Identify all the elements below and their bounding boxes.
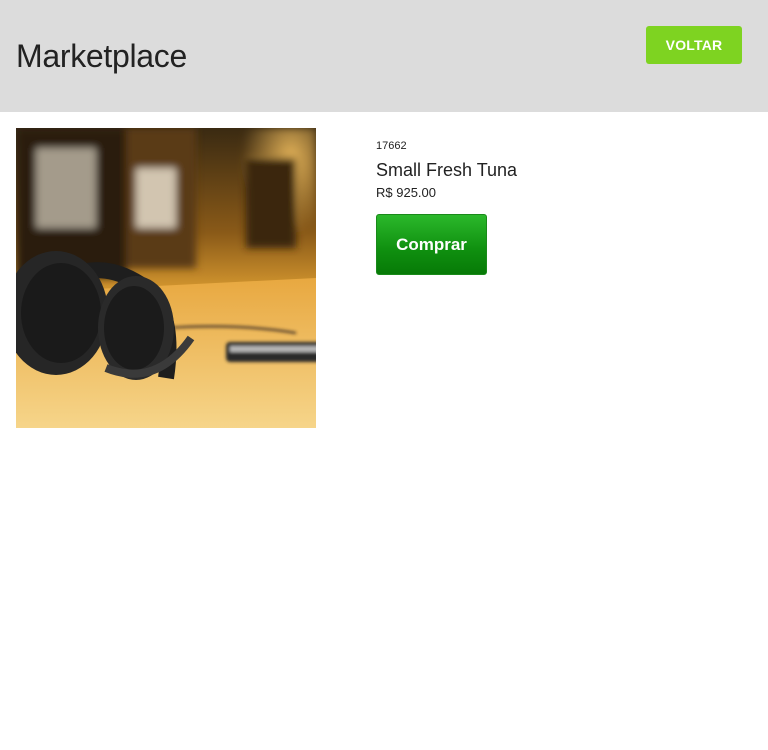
header-bar: Marketplace VOLTAR bbox=[0, 0, 768, 112]
app-title: Marketplace bbox=[16, 38, 187, 74]
buy-button[interactable]: Comprar bbox=[376, 214, 487, 275]
back-button[interactable]: VOLTAR bbox=[646, 26, 742, 64]
product-price: R$ 925.00 bbox=[376, 185, 436, 200]
product-image bbox=[16, 128, 316, 428]
product-name: Small Fresh Tuna bbox=[376, 160, 518, 180]
headphones-photo-icon bbox=[16, 128, 316, 428]
product-id: 17662 bbox=[376, 140, 407, 152]
